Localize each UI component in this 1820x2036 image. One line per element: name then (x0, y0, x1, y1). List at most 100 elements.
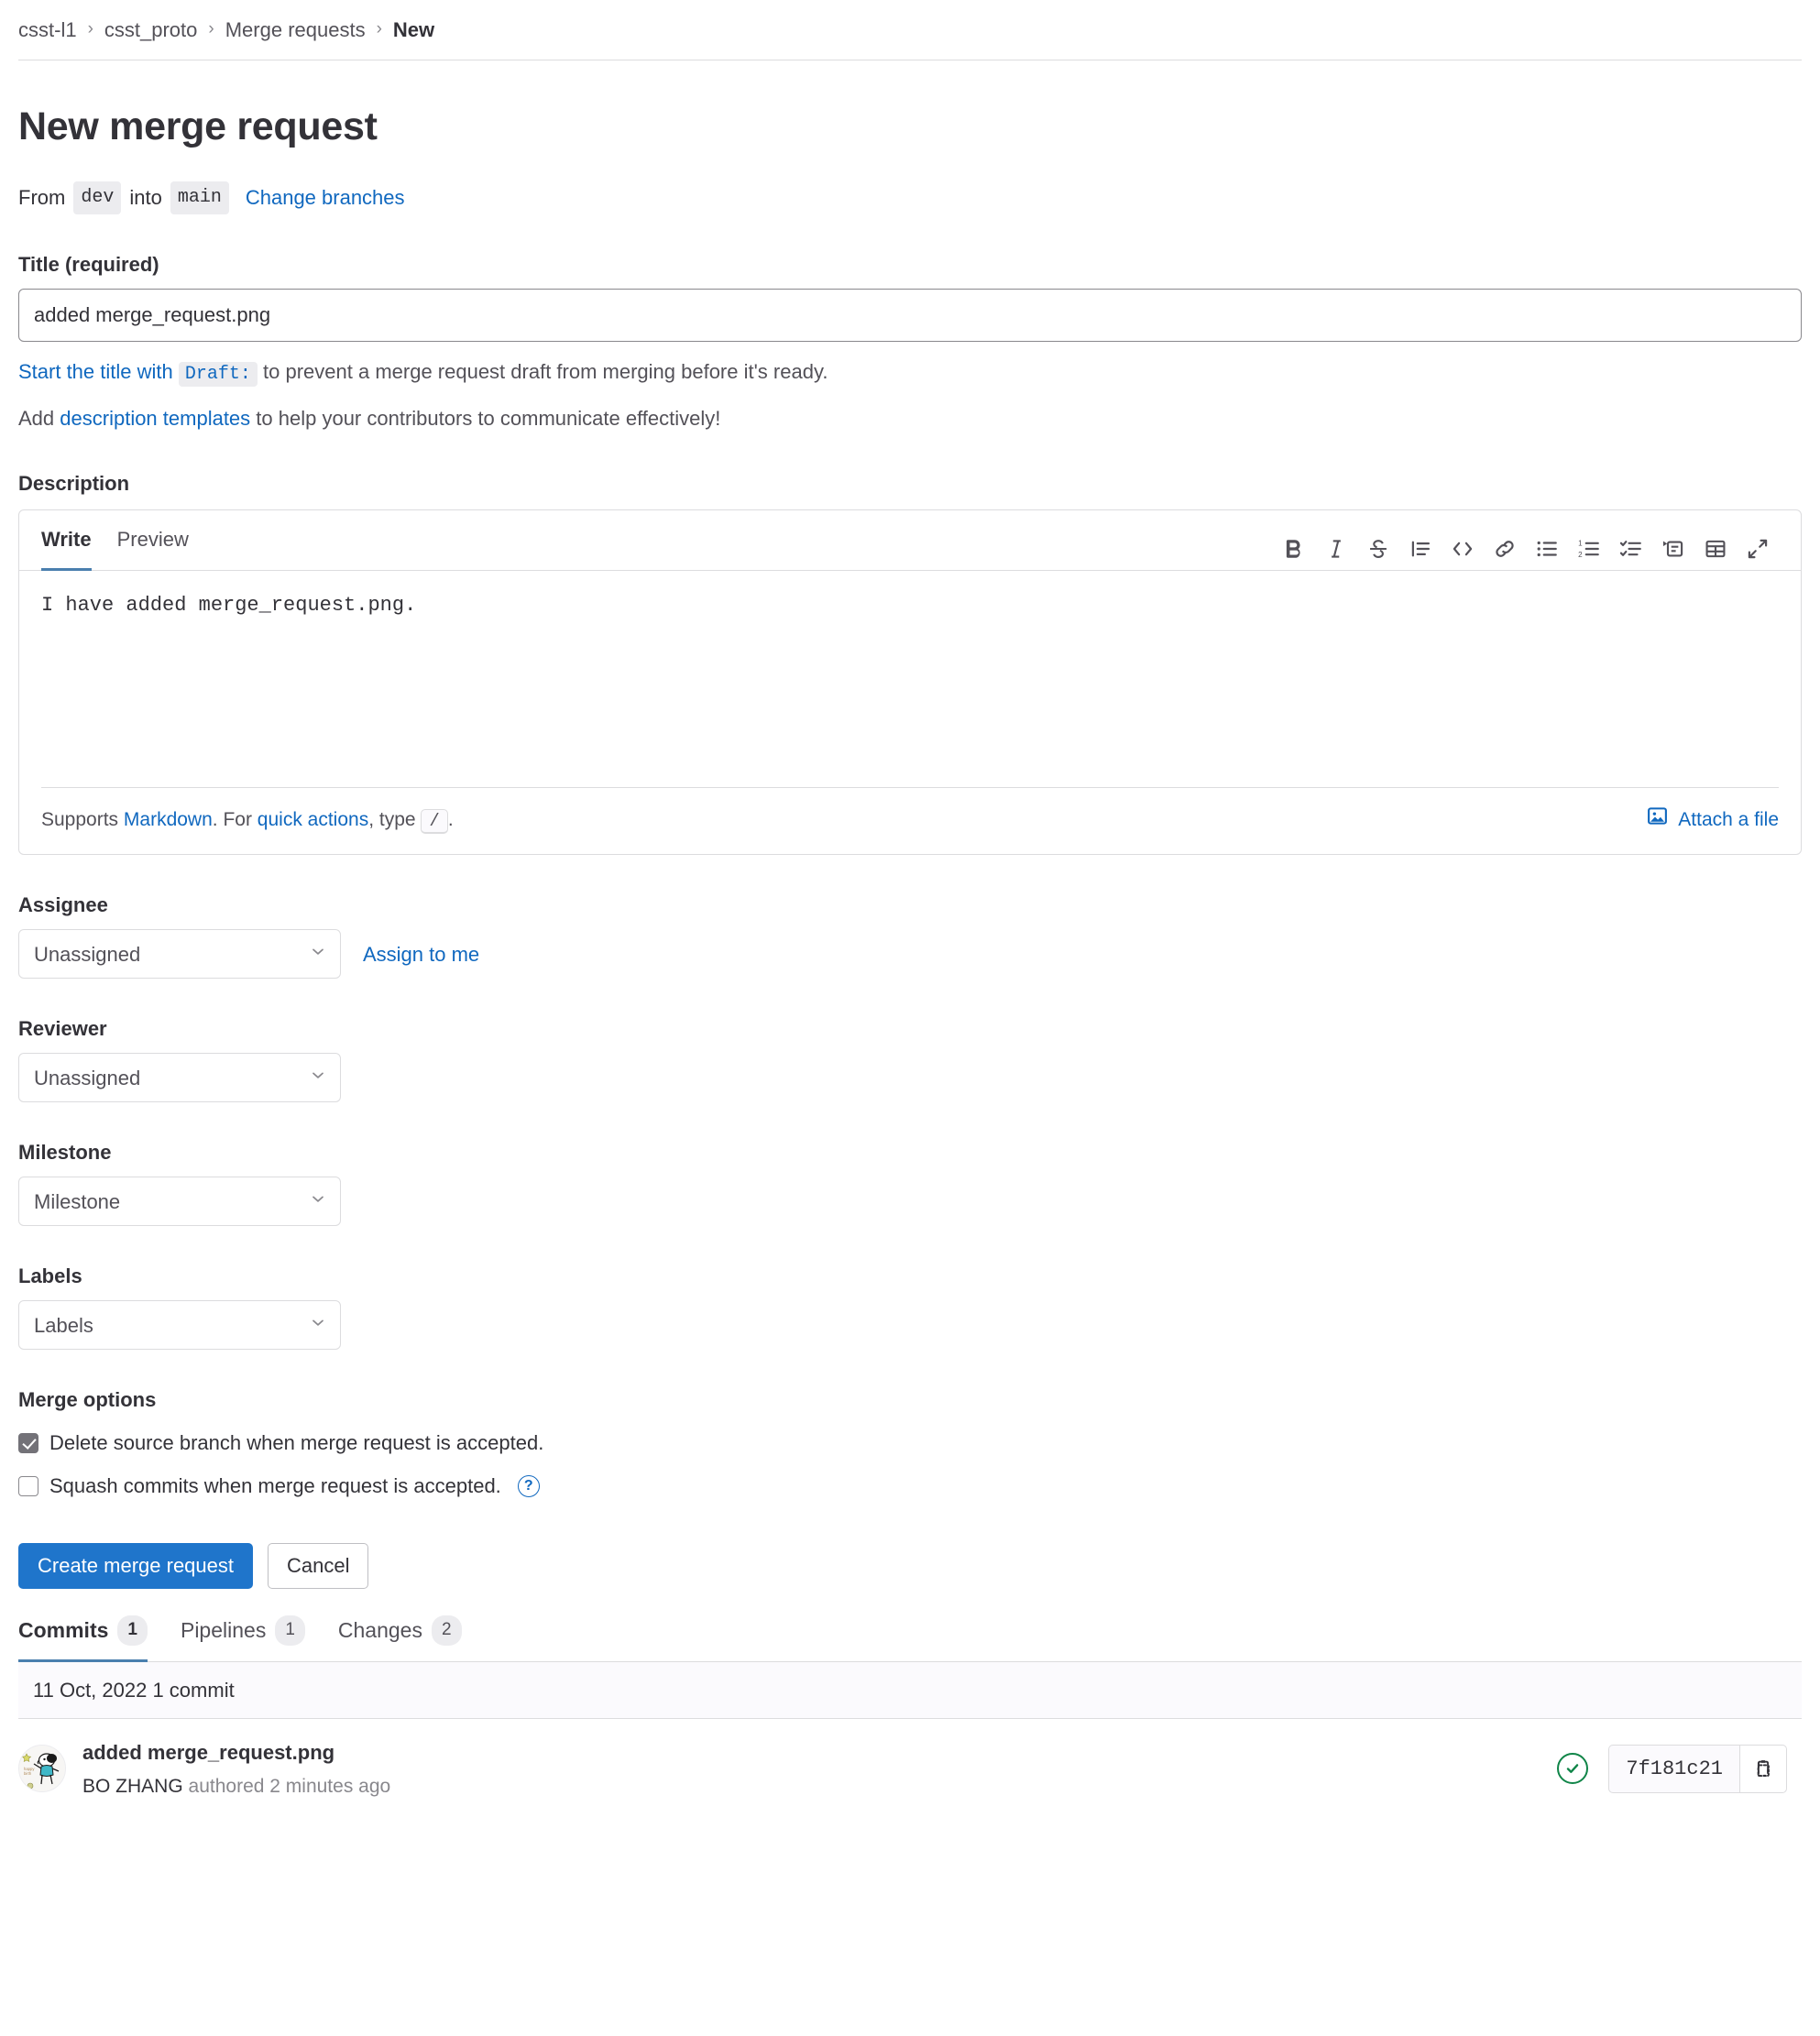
assignee-field-group: Assignee Unassigned Assign to me (18, 890, 1802, 979)
fullscreen-icon[interactable] (1737, 528, 1779, 570)
description-text: I have added merge_request.png. (41, 593, 417, 617)
page-title: New merge request (18, 104, 378, 148)
merge-options-group: Merge options Delete source branch when … (18, 1385, 1802, 1501)
commit-author[interactable]: BO ZHANG (82, 1776, 183, 1797)
numbered-list-icon[interactable]: 12 (1568, 528, 1610, 570)
tab-preview[interactable]: Preview (104, 510, 202, 570)
reviewer-label: Reviewer (18, 1017, 107, 1040)
chevron-down-icon (309, 1187, 327, 1217)
quick-actions-link[interactable]: quick actions (258, 809, 368, 830)
description-field-group: Description Write Preview 1 2 I have add… (18, 468, 1802, 855)
breadcrumb-item-group[interactable]: csst-l1 (18, 15, 77, 45)
draft-hint-text: to prevent a merge request draft from me… (263, 359, 828, 383)
attach-a-file-button[interactable]: Attach a file (1646, 805, 1779, 837)
source-branch: dev (73, 181, 122, 214)
commit-sha-group: 7f181c21 (1608, 1744, 1787, 1793)
description-templates-link[interactable]: description templates (60, 407, 250, 430)
change-branches-link[interactable]: Change branches (246, 182, 405, 213)
svg-text:birth: birth (24, 1771, 32, 1776)
assignee-label: Assignee (18, 893, 108, 916)
commit-meta: BO ZHANG authored 2 minutes ago (82, 1772, 1540, 1801)
description-textarea[interactable]: I have added merge_request.png. (19, 571, 1801, 787)
help-icon[interactable]: ? (517, 1474, 540, 1497)
delete-source-branch-label: Delete source branch when merge request … (49, 1431, 544, 1454)
tab-changes[interactable]: Changes 2 (322, 1615, 478, 1661)
tab-changes-label: Changes (337, 1618, 422, 1642)
bulleted-list-icon[interactable] (1526, 528, 1568, 570)
delete-source-branch-row: Delete source branch when merge request … (18, 1428, 1802, 1458)
mr-detail-tabs: Commits 1 Pipelines 1 Changes 2 (18, 1615, 1802, 1662)
milestone-label: Milestone (18, 1141, 112, 1164)
quote-icon[interactable] (1399, 528, 1442, 570)
breadcrumb-item-project[interactable]: csst_proto (104, 15, 198, 45)
slash-key: / (421, 809, 448, 834)
breadcrumb-item-merge-requests[interactable]: Merge requests (225, 15, 366, 45)
breadcrumb-separator-icon: › (87, 19, 93, 39)
supports-label: Supports (41, 809, 119, 830)
tab-pipelines-label: Pipelines (180, 1618, 267, 1642)
branch-summary: From dev into main Change branches (18, 181, 1802, 214)
markdown-toolbar: 12 (1273, 528, 1779, 570)
editor-footer: Supports Markdown. For quick actions, ty… (41, 786, 1779, 855)
hint-period: . (447, 809, 454, 830)
squash-commits-row: Squash commits when merge request is acc… (18, 1471, 1802, 1501)
attach-a-file-label: Attach a file (1678, 809, 1779, 830)
cancel-button[interactable]: Cancel (268, 1543, 369, 1589)
draft-hint-link[interactable]: Start the title with (18, 360, 173, 383)
milestone-field-group: Milestone Milestone (18, 1137, 1802, 1226)
tab-commits-label: Commits (18, 1618, 109, 1642)
markdown-hint-middle: . For (212, 809, 252, 830)
image-icon (1646, 805, 1669, 837)
milestone-value: Milestone (34, 1189, 121, 1213)
tab-write[interactable]: Write (41, 510, 104, 571)
editor-tab-list: Write Preview (41, 510, 202, 571)
title-field-group: Title (required) Start the title with Dr… (18, 249, 1802, 433)
avatar: happy birth (18, 1745, 66, 1793)
labels-dropdown[interactable]: Labels (18, 1300, 341, 1350)
bold-icon[interactable] (1273, 528, 1315, 570)
labels-field-group: Labels Labels (18, 1261, 1802, 1350)
commit-sha[interactable]: 7f181c21 (1608, 1744, 1739, 1793)
templates-hint-text: to help your contributors to communicate… (256, 406, 721, 430)
labels-label: Labels (18, 1264, 82, 1287)
task-list-icon[interactable] (1610, 528, 1652, 570)
italic-icon[interactable] (1315, 528, 1357, 570)
breadcrumb-separator-icon: › (208, 19, 214, 39)
strikethrough-icon[interactable] (1357, 528, 1399, 570)
merge-request-page: csst-l1 › csst_proto › Merge requests › … (0, 0, 1820, 1819)
commit-title-link[interactable]: added merge_request.png (82, 1741, 334, 1764)
title-input[interactable] (18, 288, 1802, 342)
delete-source-branch-checkbox[interactable] (18, 1432, 38, 1453)
form-actions: Create merge request Cancel (18, 1543, 1802, 1589)
table-icon[interactable] (1694, 528, 1737, 570)
svg-text:2: 2 (1578, 550, 1583, 558)
collapsible-section-icon[interactable] (1652, 528, 1694, 570)
tab-pipelines-count: 1 (275, 1615, 305, 1646)
pipeline-status-success-icon[interactable] (1557, 1753, 1589, 1785)
templates-hint: Add description templates to help your c… (18, 403, 1802, 433)
assign-to-me-link[interactable]: Assign to me (363, 939, 479, 969)
squash-commits-checkbox[interactable] (18, 1475, 38, 1496)
milestone-dropdown[interactable]: Milestone (18, 1177, 341, 1226)
code-icon[interactable] (1442, 528, 1484, 570)
link-icon[interactable] (1484, 528, 1526, 570)
from-label: From (18, 186, 66, 209)
title-field-label: Title (required) (18, 252, 159, 276)
commit-row: happy birth added merge_request.png BO Z… (18, 1719, 1802, 1820)
commit-timestamp: authored 2 minutes ago (188, 1775, 391, 1797)
tab-changes-count: 2 (431, 1615, 462, 1646)
tab-commits-count: 1 (117, 1615, 148, 1646)
tab-pipelines[interactable]: Pipelines 1 (164, 1615, 322, 1661)
description-editor: Write Preview 1 2 I have added merge_req… (18, 509, 1802, 855)
create-merge-request-button[interactable]: Create merge request (18, 1543, 253, 1589)
markdown-link[interactable]: Markdown (124, 809, 213, 830)
svg-text:1: 1 (1578, 539, 1583, 547)
chevron-down-icon (309, 1310, 327, 1341)
tab-commits[interactable]: Commits 1 (18, 1615, 164, 1661)
draft-hint: Start the title with Draft: to prevent a… (18, 356, 1802, 389)
copy-icon[interactable] (1739, 1744, 1787, 1793)
templates-hint-prefix: Add (18, 406, 55, 430)
breadcrumb-item-new: New (392, 18, 435, 41)
assignee-dropdown[interactable]: Unassigned (18, 929, 341, 979)
reviewer-dropdown[interactable]: Unassigned (18, 1053, 341, 1102)
